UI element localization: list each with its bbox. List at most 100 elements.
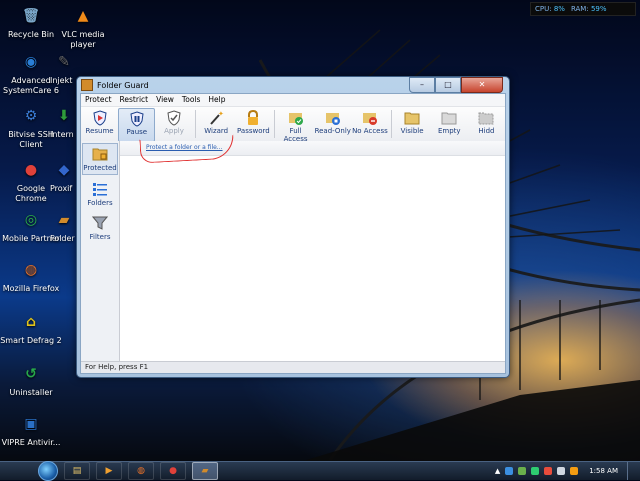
hidd-button[interactable]: Hidd <box>468 108 505 140</box>
vipre-icon: ▣ <box>24 416 38 432</box>
menu-item-view[interactable]: View <box>152 94 178 106</box>
cpu-label: CPU: <box>535 5 552 13</box>
tray-app-icon[interactable] <box>518 467 527 475</box>
cpu-value: 8% <box>553 5 565 13</box>
close-button[interactable]: ✕ <box>461 77 503 93</box>
menu-item-protect[interactable]: Protect <box>81 94 116 106</box>
folder-guard-icon: ▰ <box>201 466 209 476</box>
smart-defrag-icon: ⌂ <box>25 314 37 330</box>
apply-button[interactable]: Apply <box>155 108 192 140</box>
toolbar-button-label: Visible <box>400 127 424 135</box>
menu-item-tools[interactable]: Tools <box>178 94 204 106</box>
start-button[interactable] <box>38 461 58 481</box>
filter-funnel-icon <box>91 215 109 231</box>
idm-icon: ⬇ <box>58 108 70 124</box>
uninstaller-icon: ↺ <box>25 366 37 382</box>
resume-button[interactable]: Resume <box>81 108 118 140</box>
pause-button[interactable]: Pause <box>118 108 156 141</box>
toolbar-separator <box>194 110 196 138</box>
sidebar-item-label: Folders <box>87 199 113 207</box>
taskbar-items: ▤ ▶ ◍ ● ▰ <box>58 462 218 480</box>
toolbar-button-label: Read-Only <box>314 127 351 135</box>
chrome-icon: ● <box>24 162 38 178</box>
toolbar-button-label: Resume <box>85 127 114 135</box>
network-icon[interactable] <box>505 467 514 475</box>
content-area: Protected Folders Filters Protect a folder… <box>81 134 505 361</box>
firefox-icon: ◍ <box>24 262 38 278</box>
wizard-wand-icon: ✦ <box>208 110 224 126</box>
folder-guard-window: Folder Guard – □ ✕ Protect Restrict View To… <box>76 76 510 378</box>
window-client-area: Protect Restrict View Tools Help Resume Pause… <box>80 93 506 374</box>
no-access-icon <box>362 110 378 126</box>
desktop-icon-label: VIPRE Antivir... <box>1 438 61 447</box>
desktop-icon[interactable]: ▣ VIPRE Antivir... <box>0 412 62 448</box>
red-annotation-mark <box>139 134 235 164</box>
desktop-icon[interactable]: ⌂ Smart Defrag 2 <box>0 310 62 346</box>
sidebar: Protected Folders Filters <box>81 141 120 361</box>
sidebar-item-protected[interactable]: Protected <box>82 143 118 175</box>
hidden-folder-icon <box>478 110 494 126</box>
taskbar-button-media-player[interactable]: ▶ <box>96 462 122 480</box>
sidebar-item-filters[interactable]: Filters <box>81 213 119 243</box>
vlc-icon: ▲ <box>77 8 89 24</box>
desktop-icon-label: Uninstaller <box>9 388 53 397</box>
toolbar: Resume Pause Apply ✦ Wizard Password Full Acce… <box>81 107 505 142</box>
password-button[interactable]: Password <box>235 108 272 140</box>
menu-item-help[interactable]: Help <box>204 94 229 106</box>
desktop-icon-label: Mozilla Firefox <box>2 284 60 293</box>
clock[interactable]: 1:58 AM <box>589 467 618 475</box>
toolbar-button-label: Apply <box>164 127 184 135</box>
taskbar: ▤ ▶ ◍ ● ▰ ▲ 1:58 AM <box>0 461 640 481</box>
status-bar: For Help, press F1 <box>81 361 505 373</box>
taskbar-button-firefox[interactable]: ◍ <box>128 462 154 480</box>
taskbar-button-folder-guard[interactable]: ▰ <box>192 462 218 480</box>
visible-button[interactable]: Visible <box>394 108 431 140</box>
folder-guard-icon: ▰ <box>58 212 70 228</box>
bitvise-icon: ⚙ <box>24 108 38 124</box>
desktop-icon-label: VLC media player <box>61 30 105 49</box>
empty-folder-icon <box>441 110 457 126</box>
toolbar-button-label: No Access <box>352 127 388 135</box>
no-access-button[interactable]: No Access <box>351 108 388 140</box>
toolbar-separator <box>273 110 275 138</box>
window-title: Folder Guard <box>97 80 149 90</box>
minimize-button[interactable]: – <box>409 77 435 93</box>
folders-list-icon <box>92 181 108 197</box>
empty-button[interactable]: Empty <box>431 108 468 140</box>
explorer-icon: ▤ <box>72 466 82 476</box>
desktop-icon[interactable]: ▲ VLC media player <box>52 4 114 50</box>
folder-guard-icon <box>81 79 93 91</box>
taskbar-button-explorer[interactable]: ▤ <box>64 462 90 480</box>
toolbar-button-label: Empty <box>437 127 461 135</box>
desktop-icon[interactable]: ◍ Mozilla Firefox <box>0 258 62 294</box>
chrome-icon: ● <box>169 466 177 476</box>
toolbar-button-label: Full Access <box>283 127 308 142</box>
show-desktop-button[interactable] <box>627 462 636 480</box>
toolbar-button-label: Hidd <box>478 127 495 135</box>
toolbar-separator <box>390 110 392 138</box>
read-only-button[interactable]: Read-Only <box>314 108 351 140</box>
system-tray: ▲ 1:58 AM <box>495 462 636 480</box>
visible-folder-icon <box>404 110 420 126</box>
sidebar-item-label: Protected <box>83 164 117 172</box>
system-meter: CPU: 8% RAM: 59% <box>530 2 636 16</box>
maximize-button[interactable]: □ <box>435 77 461 93</box>
toolbar-button-label: Password <box>237 127 270 135</box>
tray-arrow-icon[interactable]: ▲ <box>495 467 500 475</box>
read-only-icon <box>325 110 341 126</box>
taskbar-button-chrome[interactable]: ● <box>160 462 186 480</box>
flag-icon[interactable] <box>570 467 579 475</box>
menu-item-restrict[interactable]: Restrict <box>116 94 153 106</box>
battery-icon[interactable] <box>531 467 540 475</box>
firefox-icon: ◍ <box>137 466 145 476</box>
volume-icon[interactable] <box>557 467 566 475</box>
pause-shield-icon <box>129 111 145 127</box>
recycle-bin-icon: 🗑 <box>22 8 40 24</box>
full-access-icon <box>288 110 304 126</box>
svg-text:✦: ✦ <box>218 110 224 118</box>
full-access-button[interactable]: Full Access <box>277 108 314 142</box>
sidebar-item-folders[interactable]: Folders <box>81 179 119 209</box>
desktop-icon[interactable]: ↺ Uninstaller <box>0 362 62 398</box>
antivirus-icon[interactable] <box>544 467 553 475</box>
protected-folder-icon <box>92 146 108 162</box>
